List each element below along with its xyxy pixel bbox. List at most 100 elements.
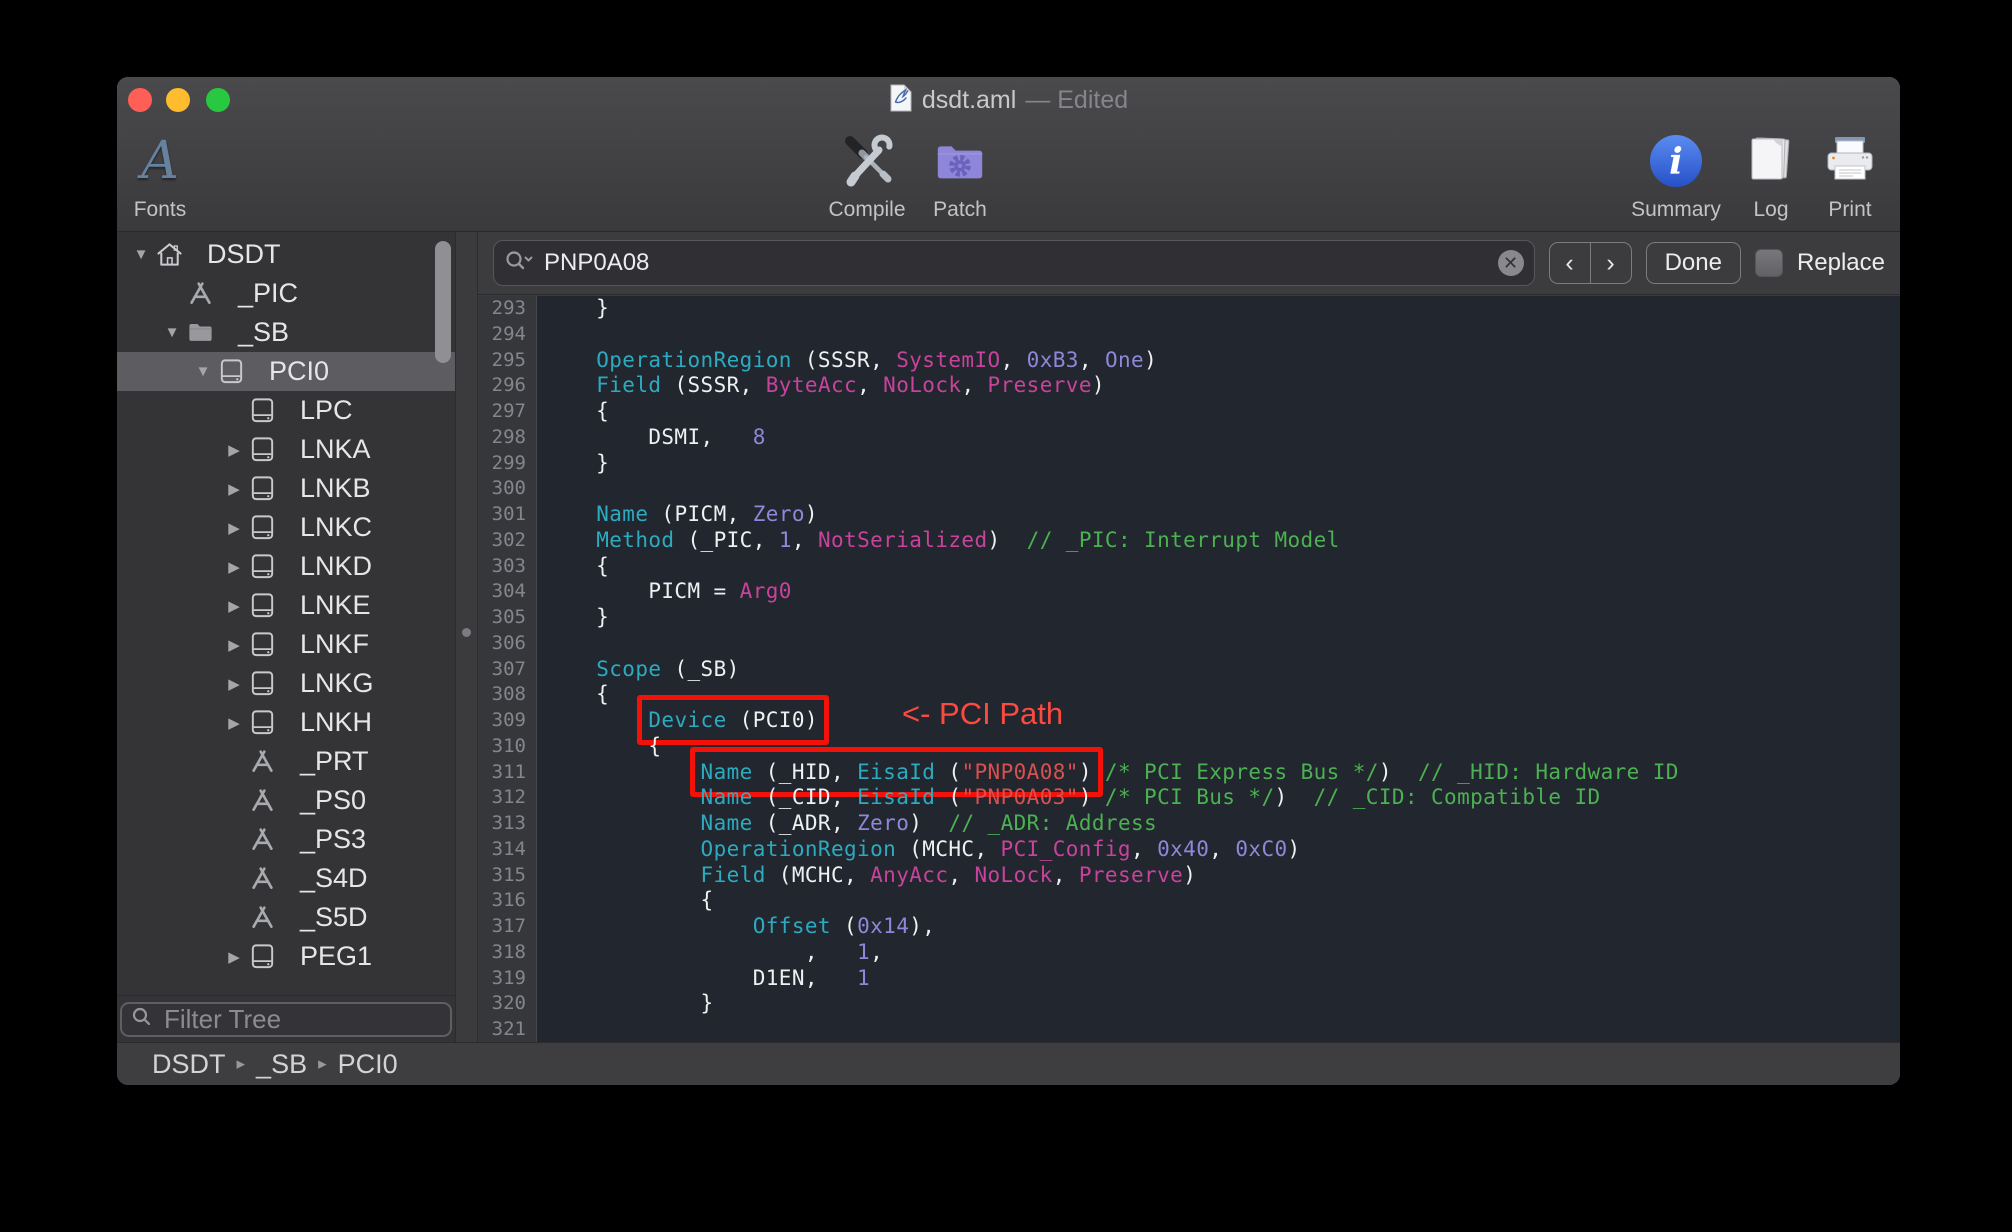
- toolbar-item-patch[interactable]: Patch: [900, 125, 1020, 222]
- breadcrumb-item: PCI0: [338, 1049, 398, 1080]
- filter-field[interactable]: [120, 1002, 452, 1037]
- code-token: (: [831, 914, 857, 938]
- tree-item-lnke[interactable]: ▶LNKE: [117, 586, 455, 625]
- replace-checkbox[interactable]: [1755, 249, 1783, 277]
- search-menu-icon[interactable]: [504, 249, 534, 278]
- disclosure-triangle-icon[interactable]: ▶: [221, 948, 247, 966]
- tree-item-lnkg[interactable]: ▶LNKG: [117, 664, 455, 703]
- tree-item-lnkd[interactable]: ▶ LNKD: [117, 547, 455, 586]
- tree-item-_sb[interactable]: ▼ _SB: [117, 313, 455, 352]
- tree-item-_ps3[interactable]: _PS3: [117, 820, 455, 859]
- code-token: {: [544, 399, 609, 423]
- document-icon: [889, 84, 913, 117]
- disclosure-triangle-icon[interactable]: ▶: [221, 441, 247, 459]
- device-icon: [247, 708, 277, 738]
- line-number: 319: [478, 966, 526, 992]
- tree-item-label: _SB: [238, 317, 289, 348]
- code-line-299: 299 }: [478, 451, 1900, 477]
- find-next-button[interactable]: ›: [1591, 243, 1631, 283]
- sidebar-scrollbar-thumb[interactable]: [435, 241, 451, 363]
- tree-item-peg1[interactable]: ▶PEG1: [117, 937, 455, 976]
- device-icon: [216, 357, 246, 387]
- fonts-a-icon: A: [141, 135, 179, 187]
- split-divider[interactable]: [455, 232, 477, 1042]
- code-token: (_CID,: [753, 785, 857, 809]
- disclosure-triangle-icon[interactable]: ▶: [221, 558, 247, 576]
- line-number: 312: [478, 785, 526, 811]
- code-token: Name: [701, 785, 753, 809]
- code-token: SystemIO: [896, 348, 1000, 372]
- tree-item-lnkh[interactable]: ▶LNKH: [117, 703, 455, 742]
- disclosure-triangle-icon[interactable]: ▼: [190, 363, 216, 380]
- divider-dimple[interactable]: [462, 628, 471, 637]
- tree-item-_prt[interactable]: _PRT: [117, 742, 455, 781]
- disclosure-triangle-icon[interactable]: ▼: [128, 246, 154, 263]
- line-number: 316: [478, 888, 526, 914]
- tree-item-lnkf[interactable]: ▶LNKF: [117, 625, 455, 664]
- code-line-296: 296 Field (SSSR, ByteAcc, NoLock, Preser…: [478, 373, 1900, 399]
- tree-item-label: LNKB: [300, 473, 371, 504]
- line-number: 297: [478, 399, 526, 425]
- disclosure-triangle-icon[interactable]: ▶: [221, 480, 247, 498]
- disclosure-triangle-icon[interactable]: ▶: [221, 714, 247, 732]
- sidebar: ▼DSDT_PIC▼_SB▼PCI0LPC▶LNKA▶LNKB▶LNKC▶LNK…: [117, 232, 455, 1042]
- line-number: 294: [478, 322, 526, 348]
- tree-item-_s4d[interactable]: _S4D: [117, 859, 455, 898]
- tree-item-dsdt[interactable]: ▼DSDT: [117, 235, 455, 274]
- tree-item-_ps0[interactable]: _PS0: [117, 781, 455, 820]
- line-number: 310: [478, 734, 526, 760]
- tree-item-pci0[interactable]: ▼PCI0: [117, 352, 455, 391]
- toolbar-label: Compile: [828, 198, 905, 222]
- code-token: NoLock: [883, 373, 961, 397]
- tree-item-lnka[interactable]: ▶LNKA: [117, 430, 455, 469]
- editor-pane: ✕ ‹ › Done Replace 293 }294295 Operation…: [477, 232, 1900, 1042]
- dsdt-tree: ▼DSDT_PIC▼_SB▼PCI0LPC▶LNKA▶LNKB▶LNKC▶LNK…: [117, 232, 455, 996]
- code-token: 1: [779, 528, 792, 552]
- line-number: 311: [478, 760, 526, 786]
- code-token: ByteAcc: [766, 373, 857, 397]
- status-bar: DSDT▸_SB▸PCI0: [117, 1042, 1900, 1085]
- code-token: // _ADR: Address: [948, 811, 1157, 835]
- tree-item-label: LNKD: [300, 551, 372, 582]
- filter-tree-input[interactable]: [162, 1003, 441, 1036]
- toolbar-item-fonts[interactable]: AFonts: [117, 125, 220, 222]
- code-token: ,: [1001, 348, 1027, 372]
- search-field[interactable]: ✕: [493, 240, 1535, 286]
- code-editor[interactable]: 293 }294295 OperationRegion (SSSR, Syste…: [478, 296, 1900, 1042]
- line-number: 321: [478, 1017, 526, 1042]
- toolbar-item-print[interactable]: Print: [1790, 125, 1900, 222]
- disclosure-triangle-icon[interactable]: ▶: [221, 675, 247, 693]
- title-edited-state: — Edited: [1025, 86, 1128, 115]
- search-input[interactable]: [542, 248, 1490, 278]
- disclosure-triangle-icon[interactable]: ▶: [221, 636, 247, 654]
- clear-search-icon[interactable]: ✕: [1498, 250, 1524, 276]
- code-token: Preserve: [988, 373, 1092, 397]
- code-line-313: 313 Name (_ADR, Zero) // _ADR: Address: [478, 811, 1900, 837]
- disclosure-triangle-icon[interactable]: ▶: [221, 597, 247, 615]
- find-previous-button[interactable]: ‹: [1550, 243, 1591, 283]
- code-token: 1: [857, 966, 870, 990]
- line-number: 301: [478, 502, 526, 528]
- tree-item-_s5d[interactable]: _S5D: [117, 898, 455, 937]
- tree-item-lnkb[interactable]: ▶ LNKB: [117, 469, 455, 508]
- code-line-306: 306: [478, 631, 1900, 657]
- disclosure-triangle-icon[interactable]: ▶: [221, 519, 247, 537]
- line-number: 315: [478, 863, 526, 889]
- device-icon: [247, 630, 277, 660]
- tree-item-lnkc[interactable]: ▶LNKC: [117, 508, 455, 547]
- done-button[interactable]: Done: [1646, 242, 1741, 284]
- titlebar[interactable]: dsdt.aml — Edited: [117, 77, 1900, 123]
- code-token: ): [1274, 785, 1313, 809]
- code-line-321: 321: [478, 1017, 1900, 1042]
- code-token: (_SB): [661, 657, 739, 681]
- tree-item-_pic[interactable]: _PIC: [117, 274, 455, 313]
- code-token: /* PCI Bus */: [1105, 785, 1275, 809]
- patch-folder-icon: [932, 133, 988, 189]
- code-token: ,: [544, 940, 857, 964]
- code-token: ): [1288, 837, 1301, 861]
- search-icon: [131, 1006, 153, 1033]
- code-token: }: [544, 605, 609, 629]
- disclosure-triangle-icon[interactable]: ▼: [159, 324, 185, 341]
- code-line-300: 300: [478, 476, 1900, 502]
- tree-item-lpc[interactable]: LPC: [117, 391, 455, 430]
